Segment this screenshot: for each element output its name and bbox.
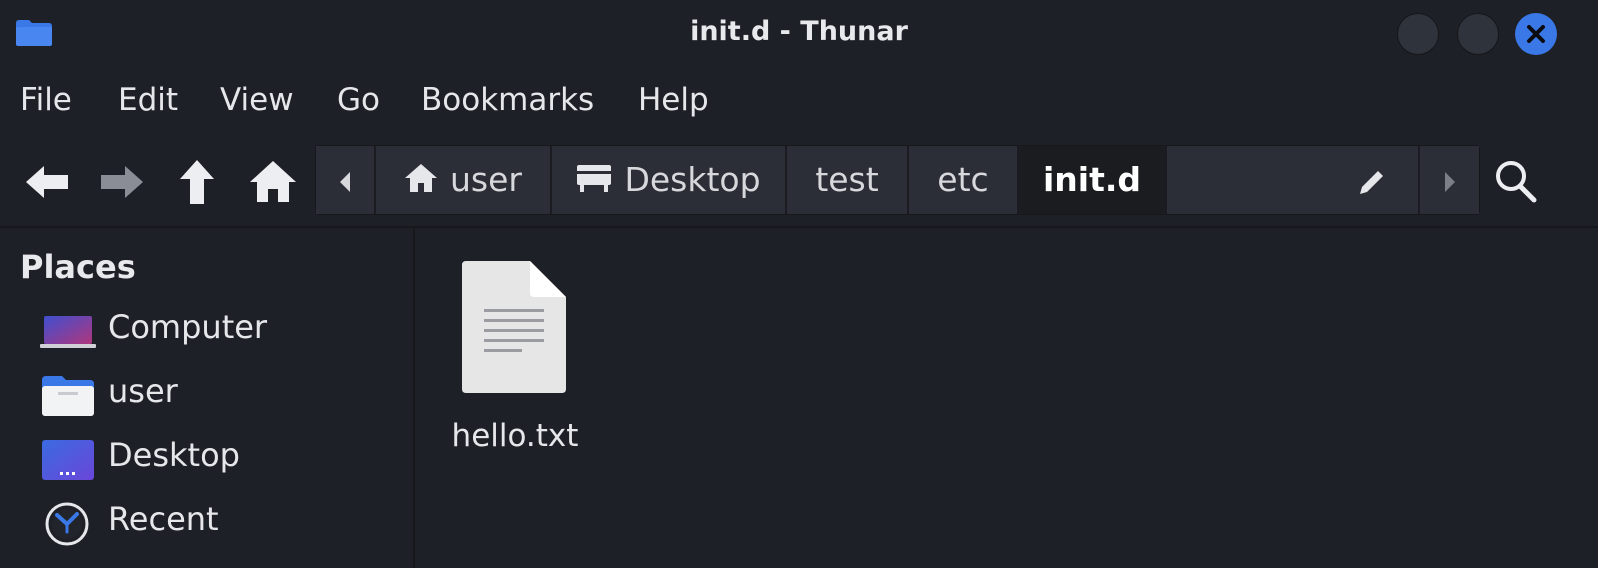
menu-file[interactable]: File	[20, 82, 72, 118]
crumb-init-d-label: init.d	[1042, 160, 1142, 199]
user-folder-icon	[40, 372, 96, 418]
file-item[interactable]: hello.txt	[445, 258, 585, 458]
sidebar-item-label: Recent	[108, 500, 219, 538]
back-arrow-icon	[26, 166, 68, 198]
menu-view[interactable]: View	[220, 82, 294, 118]
menu-bar: File Edit View Go Bookmarks Help	[0, 70, 1598, 134]
sidebar-item-label: user	[108, 372, 178, 410]
close-button[interactable]	[1515, 13, 1557, 55]
file-view: hello.txt	[417, 228, 1598, 568]
sidebar-item-label: Computer	[108, 308, 268, 346]
up-button[interactable]	[172, 158, 222, 206]
file-name: hello.txt	[451, 418, 579, 454]
chevron-right-icon	[1444, 171, 1455, 192]
sidebar-item-user[interactable]: user	[40, 366, 400, 422]
close-icon	[1527, 25, 1545, 43]
desktop-folder-icon	[40, 436, 96, 482]
sidebar-item-desktop[interactable]: Desktop	[40, 430, 400, 486]
crumb-user[interactable]: user	[376, 146, 552, 214]
computer-icon	[40, 308, 96, 354]
home-icon	[250, 161, 296, 202]
crumb-test-label: test	[815, 160, 879, 199]
search-icon	[1496, 161, 1537, 203]
path-scroll-right-button[interactable]	[1420, 146, 1479, 214]
path-bar: user Desktop test etc init.d	[315, 145, 1480, 215]
menu-bookmarks[interactable]: Bookmarks	[421, 82, 594, 118]
toolbar: user Desktop test etc init.d	[0, 140, 1598, 224]
places-header: Places	[20, 248, 136, 286]
text-file-icon	[462, 261, 568, 399]
minimize-button[interactable]	[1397, 13, 1439, 55]
sidebar: Places Computer user Desktop Recent	[0, 228, 415, 568]
maximize-button[interactable]	[1457, 13, 1499, 55]
title-bar: init.d - Thunar	[0, 0, 1598, 66]
sidebar-item-recent[interactable]: Recent	[40, 494, 400, 550]
crumb-desktop[interactable]: Desktop	[552, 146, 787, 214]
crumb-init-d[interactable]: init.d	[1019, 146, 1167, 214]
desktop-icon	[576, 148, 612, 216]
pencil-icon	[1360, 170, 1383, 194]
search-button[interactable]	[1490, 156, 1542, 208]
crumb-etc-label: etc	[937, 160, 989, 199]
sidebar-item-computer[interactable]: Computer	[40, 302, 400, 358]
menu-edit[interactable]: Edit	[118, 82, 178, 118]
home-icon	[404, 148, 438, 216]
chevron-left-icon	[340, 171, 350, 192]
up-arrow-icon	[180, 160, 214, 204]
crumb-desktop-label: Desktop	[624, 160, 761, 199]
crumb-test[interactable]: test	[787, 146, 909, 214]
back-button[interactable]	[22, 158, 72, 206]
crumb-user-label: user	[450, 160, 522, 199]
menu-go[interactable]: Go	[337, 82, 380, 118]
home-button[interactable]	[248, 158, 298, 206]
recent-clock-icon	[40, 500, 96, 546]
crumb-etc[interactable]: etc	[909, 146, 1019, 214]
edit-location-button[interactable]	[1167, 146, 1420, 214]
sidebar-item-label: Desktop	[108, 436, 240, 474]
forward-button[interactable]	[97, 158, 147, 206]
window-title: init.d - Thunar	[690, 16, 908, 47]
menu-help[interactable]: Help	[638, 82, 709, 118]
path-scroll-left-button[interactable]	[316, 146, 376, 214]
forward-arrow-icon	[101, 166, 143, 198]
